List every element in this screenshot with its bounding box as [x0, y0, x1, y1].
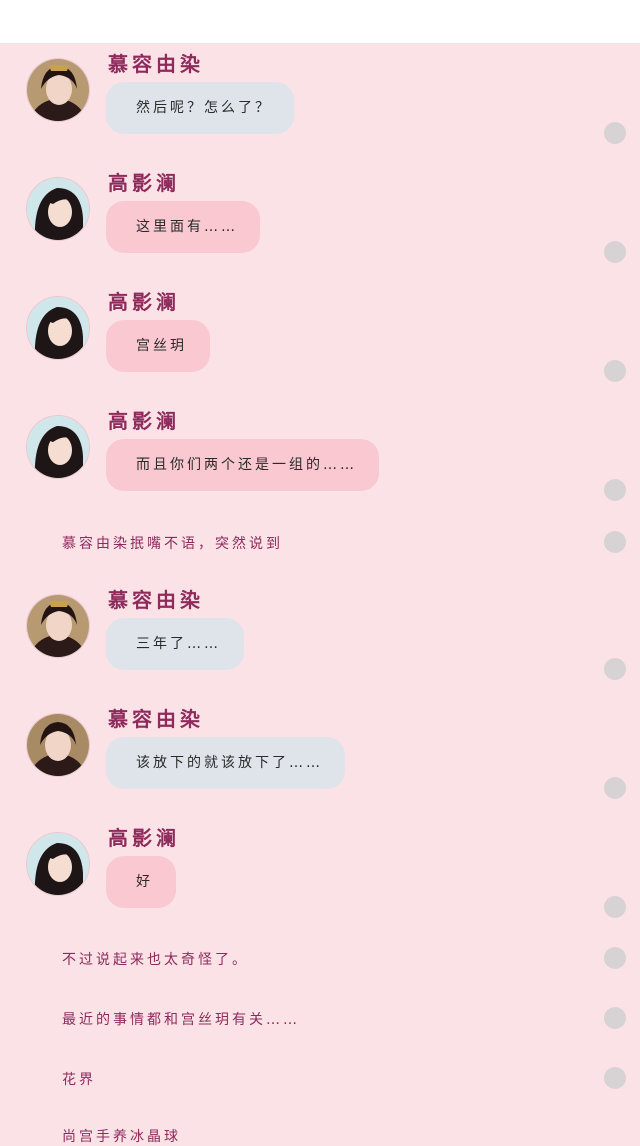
- sender-name: 高影澜: [108, 171, 180, 195]
- more-dot-icon[interactable]: [604, 896, 626, 918]
- sender-name: 慕容由染: [108, 588, 204, 612]
- more-dot-icon[interactable]: [604, 479, 626, 501]
- message-bubble[interactable]: 然后呢？怎么了？: [106, 82, 294, 134]
- narration-text: 慕容由染抿嘴不语，突然说到: [62, 536, 283, 552]
- avatar-murong[interactable]: [26, 594, 90, 658]
- message-bubble[interactable]: 宫丝玥: [106, 320, 210, 372]
- narration-text: 尚宫手养冰晶球: [62, 1129, 181, 1145]
- more-dot-icon[interactable]: [604, 241, 626, 263]
- status-bar: [0, 0, 640, 43]
- more-dot-icon[interactable]: [604, 1067, 626, 1089]
- more-dot-icon[interactable]: [604, 658, 626, 680]
- narration-text: 不过说起来也太奇怪了。: [62, 952, 249, 968]
- avatar-murong[interactable]: [26, 713, 90, 777]
- avatar-gao[interactable]: [26, 296, 90, 360]
- more-dot-icon[interactable]: [604, 531, 626, 553]
- sender-name: 高影澜: [108, 290, 180, 314]
- more-dot-icon[interactable]: [604, 1007, 626, 1029]
- avatar-murong[interactable]: [26, 58, 90, 122]
- avatar-gao[interactable]: [26, 415, 90, 479]
- message-bubble[interactable]: 这里面有……: [106, 201, 260, 253]
- sender-name: 慕容由染: [108, 707, 204, 731]
- message-bubble[interactable]: 而且你们两个还是一组的……: [106, 439, 379, 491]
- chat-feed[interactable]: 慕容由染 然后呢？怎么了？ 高影澜 这里面有…… 高影澜 宫丝玥 高影澜 而且你…: [0, 43, 640, 1145]
- more-dot-icon[interactable]: [604, 947, 626, 969]
- avatar-gao[interactable]: [26, 832, 90, 896]
- message-bubble[interactable]: 该放下的就该放下了……: [106, 737, 345, 789]
- more-dot-icon[interactable]: [604, 777, 626, 799]
- more-dot-icon[interactable]: [604, 122, 626, 144]
- narration-text: 最近的事情都和宫丝玥有关……: [62, 1012, 300, 1028]
- sender-name: 高影澜: [108, 826, 180, 850]
- more-dot-icon[interactable]: [604, 360, 626, 382]
- sender-name: 慕容由染: [108, 52, 204, 76]
- message-bubble[interactable]: 三年了……: [106, 618, 244, 670]
- sender-name: 高影澜: [108, 409, 180, 433]
- avatar-gao[interactable]: [26, 177, 90, 241]
- narration-text: 花界: [62, 1072, 96, 1088]
- message-bubble[interactable]: 好: [106, 856, 176, 908]
